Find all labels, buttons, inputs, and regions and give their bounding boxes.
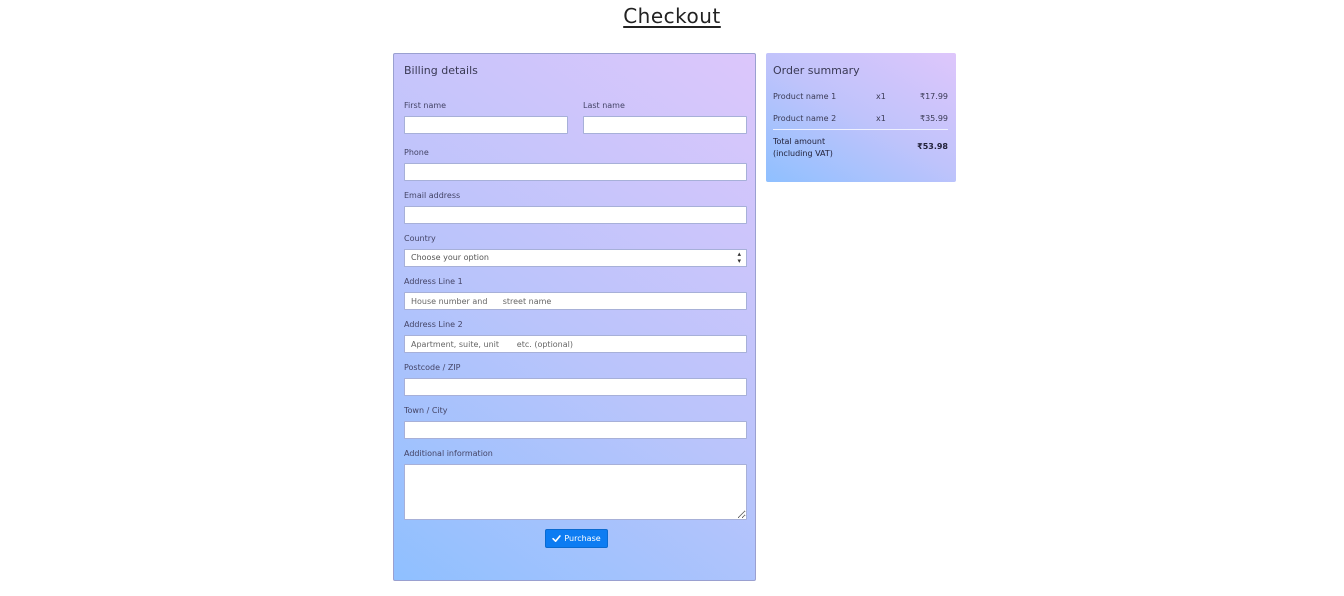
summary-item-qty: x1 (876, 114, 886, 123)
postcode-label: Postcode / ZIP (404, 363, 461, 372)
page-title: Checkout (623, 4, 721, 28)
purchase-button-label: Purchase (564, 534, 601, 543)
billing-details-title: Billing details (404, 64, 478, 77)
summary-item-name: Product name 2 (773, 114, 837, 123)
address-line-1-label: Address Line 1 (404, 277, 463, 286)
country-label: Country (404, 234, 436, 243)
phone-label: Phone (404, 148, 429, 157)
last-name-label: Last name (583, 101, 625, 110)
total-amount-label: Total amount (including VAT) (773, 137, 833, 158)
additional-info-textarea[interactable] (404, 464, 747, 520)
town-city-input[interactable] (404, 421, 747, 439)
first-name-label: First name (404, 101, 447, 110)
town-city-label: Town / City (404, 406, 448, 415)
select-arrows-icon: ▴ ▾ (737, 250, 741, 265)
summary-item-name: Product name 1 (773, 92, 837, 101)
additional-info-label: Additional information (404, 449, 493, 458)
postcode-input[interactable] (404, 378, 747, 396)
summary-item-qty: x1 (876, 92, 886, 101)
address-line-2-input[interactable] (404, 335, 747, 353)
check-icon (552, 535, 562, 543)
billing-details-card: Billing details First name Last name Pho… (393, 53, 756, 581)
order-summary-title: Order summary (773, 64, 860, 77)
country-selected-value: Choose your option (411, 253, 489, 262)
first-name-input[interactable] (404, 116, 568, 134)
total-amount-value: ₹53.98 (917, 142, 948, 151)
country-select[interactable]: Choose your option ▴ ▾ (404, 249, 747, 267)
address-line-2-label: Address Line 2 (404, 320, 463, 329)
email-input[interactable] (404, 206, 747, 224)
phone-input[interactable] (404, 163, 747, 181)
address-line-1-input[interactable] (404, 292, 747, 310)
last-name-input[interactable] (583, 116, 747, 134)
summary-item-price: ₹17.99 (920, 92, 948, 101)
summary-divider (773, 129, 948, 130)
order-summary-card: Order summary Product name 1 x1 ₹17.99 P… (766, 53, 956, 182)
email-label: Email address (404, 191, 461, 200)
summary-item-price: ₹35.99 (920, 114, 948, 123)
purchase-button[interactable]: Purchase (545, 529, 608, 548)
